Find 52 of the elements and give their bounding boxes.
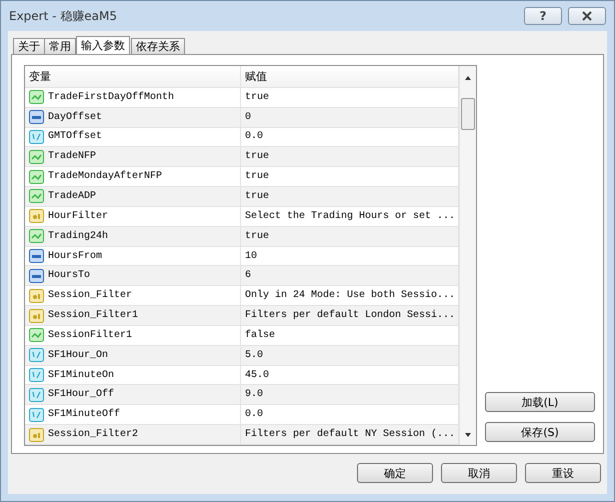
parameter-name: SF1Hour_On bbox=[48, 350, 108, 361]
parameter-name: GMTOffset bbox=[48, 131, 102, 142]
parameter-name: Session_Filter bbox=[48, 290, 132, 302]
parameter-name: SF1Hour_Off bbox=[48, 389, 114, 400]
parameter-type-icon bbox=[29, 288, 44, 303]
parameter-type-icon bbox=[29, 249, 44, 263]
parameter-name: TradeNFP bbox=[48, 151, 96, 162]
close-icon bbox=[581, 11, 593, 21]
parameter-name: TradeFirstDayOffMonth bbox=[48, 92, 174, 103]
parameter-type-icon bbox=[29, 150, 44, 164]
parameter-name: TradeADP bbox=[48, 190, 96, 202]
window-title: Expert - 稳赚eaM5 bbox=[9, 8, 118, 24]
vertical-scrollbar[interactable] bbox=[459, 66, 476, 445]
parameter-type-icon bbox=[29, 428, 44, 442]
parameter-type-icon bbox=[29, 170, 44, 184]
cancel-button[interactable]: 取消 bbox=[441, 463, 517, 483]
parameter-type-icon bbox=[29, 348, 44, 362]
scrollbar-thumb[interactable] bbox=[461, 98, 475, 130]
parameter-name: Session_Filter2 bbox=[48, 429, 138, 440]
parameter-type-icon bbox=[29, 408, 44, 422]
parameter-type-icon bbox=[29, 130, 44, 144]
parameter-name: HourFilter bbox=[48, 210, 108, 222]
parameter-name: TradeMondayAfterNFP bbox=[48, 171, 162, 182]
parameter-name: SF1MinuteOff bbox=[48, 409, 120, 420]
help-button[interactable]: ? bbox=[524, 7, 562, 25]
tab[interactable]: 依存关系 bbox=[131, 38, 185, 54]
save-button[interactable]: 保存(S) bbox=[485, 422, 595, 442]
ok-button[interactable]: 确定 bbox=[357, 463, 433, 483]
parameter-name: Trading24h bbox=[48, 230, 108, 242]
tab[interactable]: 关于 bbox=[13, 38, 45, 54]
parameter-name: Session_Filter1 bbox=[48, 310, 138, 322]
parameter-type-icon bbox=[29, 209, 44, 224]
parameter-name: SF1MinuteOn bbox=[48, 370, 114, 381]
tab[interactable]: 常用 bbox=[44, 38, 76, 54]
parameter-type-icon bbox=[29, 368, 44, 382]
column-header[interactable]: 变量 bbox=[25, 66, 241, 87]
parameter-type-icon bbox=[29, 189, 44, 204]
parameter-name: SessionFilter1 bbox=[48, 330, 132, 341]
close-button[interactable] bbox=[568, 7, 606, 25]
tab[interactable]: 输入参数 bbox=[76, 36, 130, 54]
parameter-type-icon bbox=[29, 308, 44, 323]
parameter-name: HoursTo bbox=[48, 270, 90, 282]
parameter-name: DayOffset bbox=[48, 112, 102, 123]
reset-button[interactable]: 重设 bbox=[525, 463, 601, 483]
parameter-type-icon bbox=[29, 388, 44, 402]
parameter-type-icon bbox=[29, 268, 44, 283]
parameter-type-icon bbox=[29, 328, 44, 342]
parameter-name: HoursFrom bbox=[48, 250, 102, 262]
parameter-type-icon bbox=[29, 229, 44, 244]
parameter-type-icon bbox=[29, 90, 44, 104]
parameter-type-icon bbox=[29, 110, 44, 124]
load-button[interactable]: 加载(L) bbox=[485, 392, 595, 412]
